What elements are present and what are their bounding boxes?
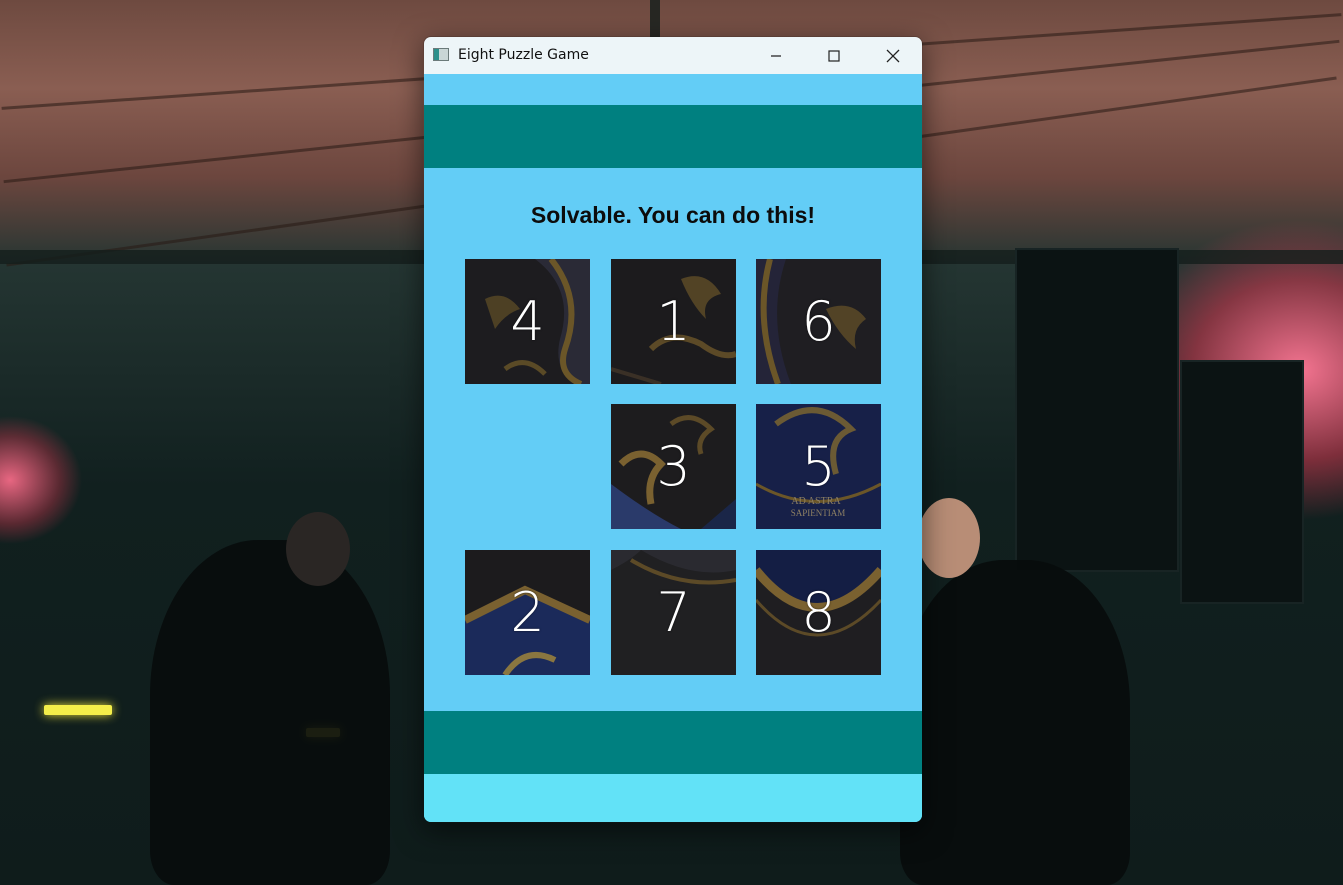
tile-number: 4 xyxy=(510,290,545,353)
top-banner xyxy=(424,105,922,168)
puzzle-window: Eight Puzzle Game Solvable. You can do t… xyxy=(423,36,923,823)
tile-1[interactable]: 1 xyxy=(611,259,736,384)
bottom-banner xyxy=(424,711,922,774)
person-head xyxy=(918,498,980,578)
stage-light xyxy=(44,705,112,715)
speaker-cabinet xyxy=(1180,360,1304,604)
tile-7[interactable]: 7 xyxy=(611,550,736,675)
tile-number: 1 xyxy=(656,290,691,353)
person-head xyxy=(286,512,350,586)
ceiling-post xyxy=(650,0,660,40)
tile-number: 8 xyxy=(801,581,836,644)
tile-8[interactable]: 8 xyxy=(756,550,881,675)
window-title: Eight Puzzle Game xyxy=(458,47,589,63)
minimize-button[interactable] xyxy=(747,37,805,74)
close-button[interactable] xyxy=(864,37,922,74)
maximize-button[interactable] xyxy=(805,37,863,74)
minimize-icon xyxy=(771,54,781,57)
tile-3[interactable]: 3 xyxy=(611,404,736,529)
tile-5[interactable]: AD ASTRA SAPIENTIAM 5 xyxy=(756,404,881,529)
status-message: Solvable. You can do this! xyxy=(530,202,816,228)
tile-number: 5 xyxy=(801,435,836,498)
tile-6[interactable]: 6 xyxy=(756,259,881,384)
empty-cell[interactable] xyxy=(465,404,590,529)
footer-strip xyxy=(424,774,922,822)
speaker-cabinet xyxy=(1015,248,1179,572)
tile-number: 6 xyxy=(801,290,836,353)
tile-2[interactable]: 2 xyxy=(465,550,590,675)
app-icon xyxy=(433,48,449,61)
person-silhouette xyxy=(900,560,1130,885)
close-icon xyxy=(886,49,900,62)
title-bar[interactable]: Eight Puzzle Game xyxy=(424,37,922,74)
tile-4[interactable]: 4 xyxy=(465,259,590,384)
maximize-icon xyxy=(828,49,840,62)
window-content: Solvable. You can do this! 4 1 6 3 AD AS… xyxy=(424,74,922,822)
tile-number: 2 xyxy=(510,581,545,644)
tile-number: 7 xyxy=(656,581,691,644)
puzzle-board: 4 1 6 3 AD ASTRA SAPIENTIAM 5 2 7 8 xyxy=(465,259,881,675)
person-silhouette xyxy=(150,540,390,885)
tile-number: 3 xyxy=(656,435,691,498)
